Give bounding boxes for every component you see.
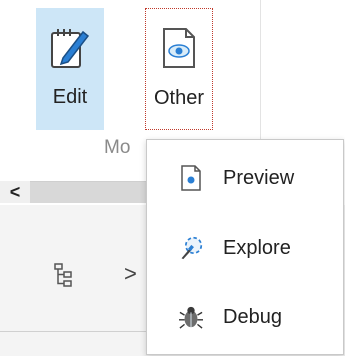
ribbon-group-label: Mo xyxy=(104,137,131,158)
other-eye-document-icon xyxy=(163,28,195,68)
menu-item-label: Preview xyxy=(223,166,295,189)
menu-item-preview[interactable]: Preview xyxy=(147,150,343,206)
lower-divider xyxy=(0,331,150,332)
chevron-right-icon[interactable]: > xyxy=(124,261,137,287)
tree-icon[interactable] xyxy=(53,262,75,288)
other-button-label: Other xyxy=(153,87,205,109)
edit-button[interactable]: Edit xyxy=(36,8,104,130)
other-button[interactable]: Other xyxy=(145,8,213,130)
edit-icon xyxy=(51,29,90,68)
debug-bug-icon xyxy=(179,306,203,329)
explore-icon xyxy=(181,236,203,260)
other-dropdown-menu: Preview Explore Debug xyxy=(146,139,344,355)
preview-icon xyxy=(181,165,201,191)
menu-item-label: Explore xyxy=(223,236,291,259)
menu-item-explore[interactable]: Explore xyxy=(147,220,343,276)
scroll-left-button[interactable]: < xyxy=(0,181,30,203)
edit-button-label: Edit xyxy=(52,86,88,108)
scroll-left-arrow-icon: < xyxy=(9,181,21,202)
menu-item-debug[interactable]: Debug xyxy=(147,289,343,345)
menu-item-label: Debug xyxy=(223,305,282,328)
